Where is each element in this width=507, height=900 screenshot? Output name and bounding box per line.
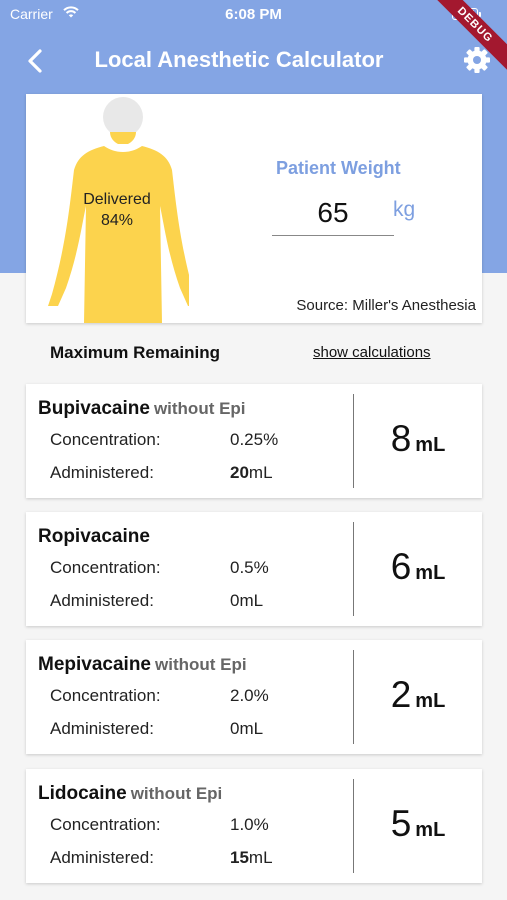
- administered-value: 0mL: [230, 719, 263, 739]
- patient-card: Delivered 84% Patient Weight kg Source: …: [26, 94, 482, 323]
- concentration-label: Concentration:: [50, 815, 161, 834]
- status-time: 6:08 PM: [225, 6, 282, 23]
- source-text: Source: Miller's Anesthesia: [296, 297, 476, 314]
- concentration-value: 1.0%: [230, 815, 269, 834]
- drug-card-bupivacaine[interactable]: Bupivacaine without Epi Concentration: 0.…: [26, 384, 482, 498]
- administered-unit: mL: [248, 463, 273, 482]
- drug-qualifier: without Epi: [153, 399, 246, 418]
- concentration-label: Concentration:: [50, 558, 161, 577]
- administered-value: 0mL: [230, 591, 263, 611]
- patient-weight-input[interactable]: [272, 190, 394, 236]
- administered-value: 20mL: [230, 463, 273, 483]
- administered-value: 15mL: [230, 848, 273, 868]
- nav-bar: Local Anesthetic Calculator: [0, 38, 507, 82]
- remaining-unit: mL: [415, 562, 446, 584]
- remaining-volume: 6 mL: [354, 546, 482, 588]
- delivered-percent: 84%: [100, 212, 134, 229]
- delivered-label: Delivered: [83, 191, 151, 208]
- concentration-label: Concentration:: [50, 430, 161, 449]
- remaining-value: 2: [390, 674, 412, 715]
- drug-name-text: Bupivacaine: [38, 398, 150, 419]
- gear-icon[interactable]: [462, 45, 492, 75]
- administered-amount: 20: [230, 463, 249, 482]
- remaining-volume: 8 mL: [354, 418, 482, 460]
- remaining-volume: 2 mL: [354, 674, 482, 716]
- concentration-value: 0.25%: [230, 430, 279, 449]
- weight-unit-label: kg: [393, 198, 416, 221]
- drug-card-lidocaine[interactable]: Lidocaine without Epi Concentration: 1.0%…: [26, 769, 482, 883]
- concentration-label: Concentration:: [50, 686, 161, 705]
- remaining-value: 5: [390, 803, 412, 844]
- remaining-unit: mL: [415, 690, 446, 712]
- administered-label: Administered:: [50, 463, 154, 482]
- administered-unit: mL: [248, 848, 273, 867]
- remaining-value: 8: [390, 418, 412, 459]
- concentration-value: 0.5%: [230, 558, 269, 577]
- remaining-unit: mL: [415, 434, 446, 456]
- patient-weight-label: Patient Weight: [276, 158, 401, 178]
- administered-label: Administered:: [50, 591, 154, 610]
- concentration-value: 2.0%: [230, 686, 269, 705]
- drug-name: Mepivacaine without Epi: [38, 654, 247, 676]
- drug-name-text: Ropivacaine: [38, 526, 150, 547]
- delivered-indicator: Delivered 84%: [62, 189, 172, 231]
- show-calculations-link[interactable]: show calculations: [313, 344, 431, 361]
- drug-card-mepivacaine[interactable]: Mepivacaine without Epi Concentration: 2.…: [26, 640, 482, 754]
- administered-amount: 0mL: [230, 591, 264, 610]
- administered-amount: 15: [230, 848, 249, 867]
- page-title: Local Anesthetic Calculator: [94, 47, 384, 72]
- status-bar: Carrier 6:08 PM: [0, 0, 507, 28]
- administered-label: Administered:: [50, 848, 154, 867]
- remaining-value: 6: [390, 546, 412, 587]
- drug-qualifier: without Epi: [130, 784, 223, 803]
- drug-name: Bupivacaine without Epi: [38, 398, 246, 420]
- drug-name: Lidocaine without Epi: [38, 783, 222, 805]
- drug-name-text: Lidocaine: [38, 783, 127, 804]
- maximum-remaining-heading: Maximum Remaining: [50, 343, 221, 362]
- administered-label: Administered:: [50, 719, 154, 738]
- drug-qualifier: without Epi: [155, 655, 247, 674]
- remaining-volume: 5 mL: [354, 803, 482, 845]
- drug-card-ropivacaine[interactable]: Ropivacaine Concentration: 0.5% Administ…: [26, 512, 482, 626]
- remaining-unit: mL: [415, 819, 446, 841]
- drug-name-text: Mepivacaine: [38, 654, 151, 675]
- administered-amount: 0mL: [230, 719, 264, 738]
- drug-name: Ropivacaine: [38, 526, 154, 548]
